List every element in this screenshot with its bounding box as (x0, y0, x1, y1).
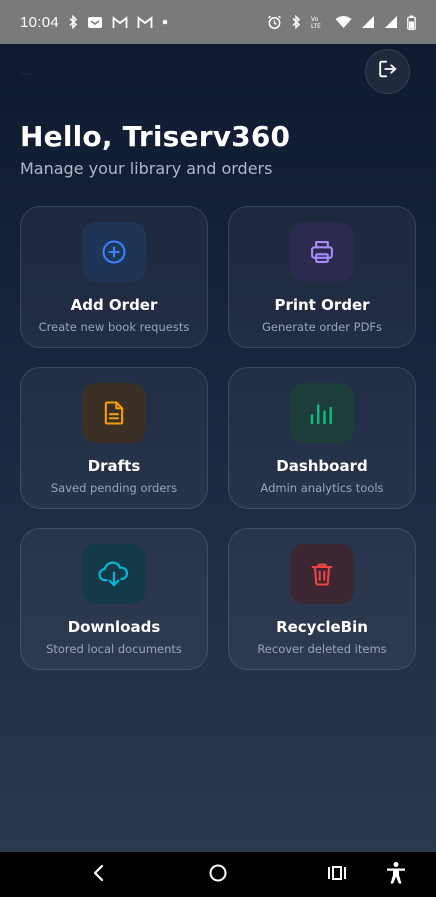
gmail-icon (112, 15, 128, 29)
menu-grid: Add Order Create new book requests Print… (20, 206, 416, 670)
card-title: Add Order (70, 296, 158, 314)
app-content: Hello, Triserv360 Manage your library an… (0, 44, 436, 852)
dashboard-card[interactable]: Dashboard Admin analytics tools (228, 367, 416, 509)
battery-icon (407, 15, 416, 30)
printer-icon (290, 222, 354, 282)
card-description: Stored local documents (46, 642, 182, 656)
card-description: Recover deleted items (257, 642, 387, 656)
volte-icon: Vo LTE (310, 15, 326, 29)
bluetooth-icon (68, 15, 78, 29)
card-description: Create new book requests (38, 320, 190, 334)
accessibility-icon (385, 861, 407, 890)
status-left: 10:04 (20, 14, 168, 31)
plus-circle-icon (82, 222, 146, 282)
trash-icon (290, 544, 354, 604)
recents-button[interactable] (324, 862, 350, 888)
menu-icon[interactable] (20, 65, 32, 75)
page-subtitle: Manage your library and orders (20, 159, 273, 178)
bar-chart-icon (290, 383, 354, 443)
card-title: Print Order (274, 296, 370, 314)
back-button[interactable] (86, 862, 112, 888)
downloads-card[interactable]: Downloads Stored local documents (20, 528, 208, 670)
card-title: Downloads (67, 618, 161, 636)
gmail-icon (137, 15, 153, 29)
logout-icon (377, 58, 399, 85)
signal-icon (384, 15, 398, 29)
cloud-download-icon (82, 544, 146, 604)
card-description: Admin analytics tools (260, 481, 384, 495)
screen: 10:04 Vo LTE Hello, Triserv360 Manage yo… (0, 0, 436, 897)
app-icon (87, 15, 103, 29)
home-icon (208, 863, 228, 888)
print-order-card[interactable]: Print Order Generate order PDFs (228, 206, 416, 348)
drafts-card[interactable]: Drafts Saved pending orders (20, 367, 208, 509)
top-bar (0, 44, 436, 96)
card-description: Saved pending orders (50, 481, 178, 495)
card-title: RecycleBin (276, 618, 368, 636)
status-time: 10:04 (20, 13, 60, 31)
back-icon (92, 864, 106, 887)
bluetooth-icon (291, 15, 301, 29)
add-order-card[interactable]: Add Order Create new book requests (20, 206, 208, 348)
svg-text:LTE: LTE (311, 23, 321, 29)
recents-icon (327, 864, 347, 887)
status-right: Vo LTE (267, 15, 416, 30)
document-icon (82, 383, 146, 443)
recyclebin-card[interactable]: RecycleBin Recover deleted items (228, 528, 416, 670)
page-title: Hello, Triserv360 (20, 120, 291, 153)
accessibility-button[interactable] (383, 861, 409, 890)
dot-icon (162, 19, 168, 25)
status-bar: 10:04 Vo LTE (0, 0, 436, 44)
svg-text:Vo: Vo (311, 16, 319, 23)
home-button[interactable] (205, 862, 231, 888)
logout-button[interactable] (365, 49, 410, 94)
card-description: Generate order PDFs (261, 320, 383, 334)
navigation-bar (0, 852, 436, 897)
card-title: Drafts (87, 457, 141, 475)
alarm-icon (267, 15, 282, 30)
signal-icon (361, 15, 375, 29)
wifi-icon (335, 15, 352, 29)
card-title: Dashboard (276, 457, 368, 475)
